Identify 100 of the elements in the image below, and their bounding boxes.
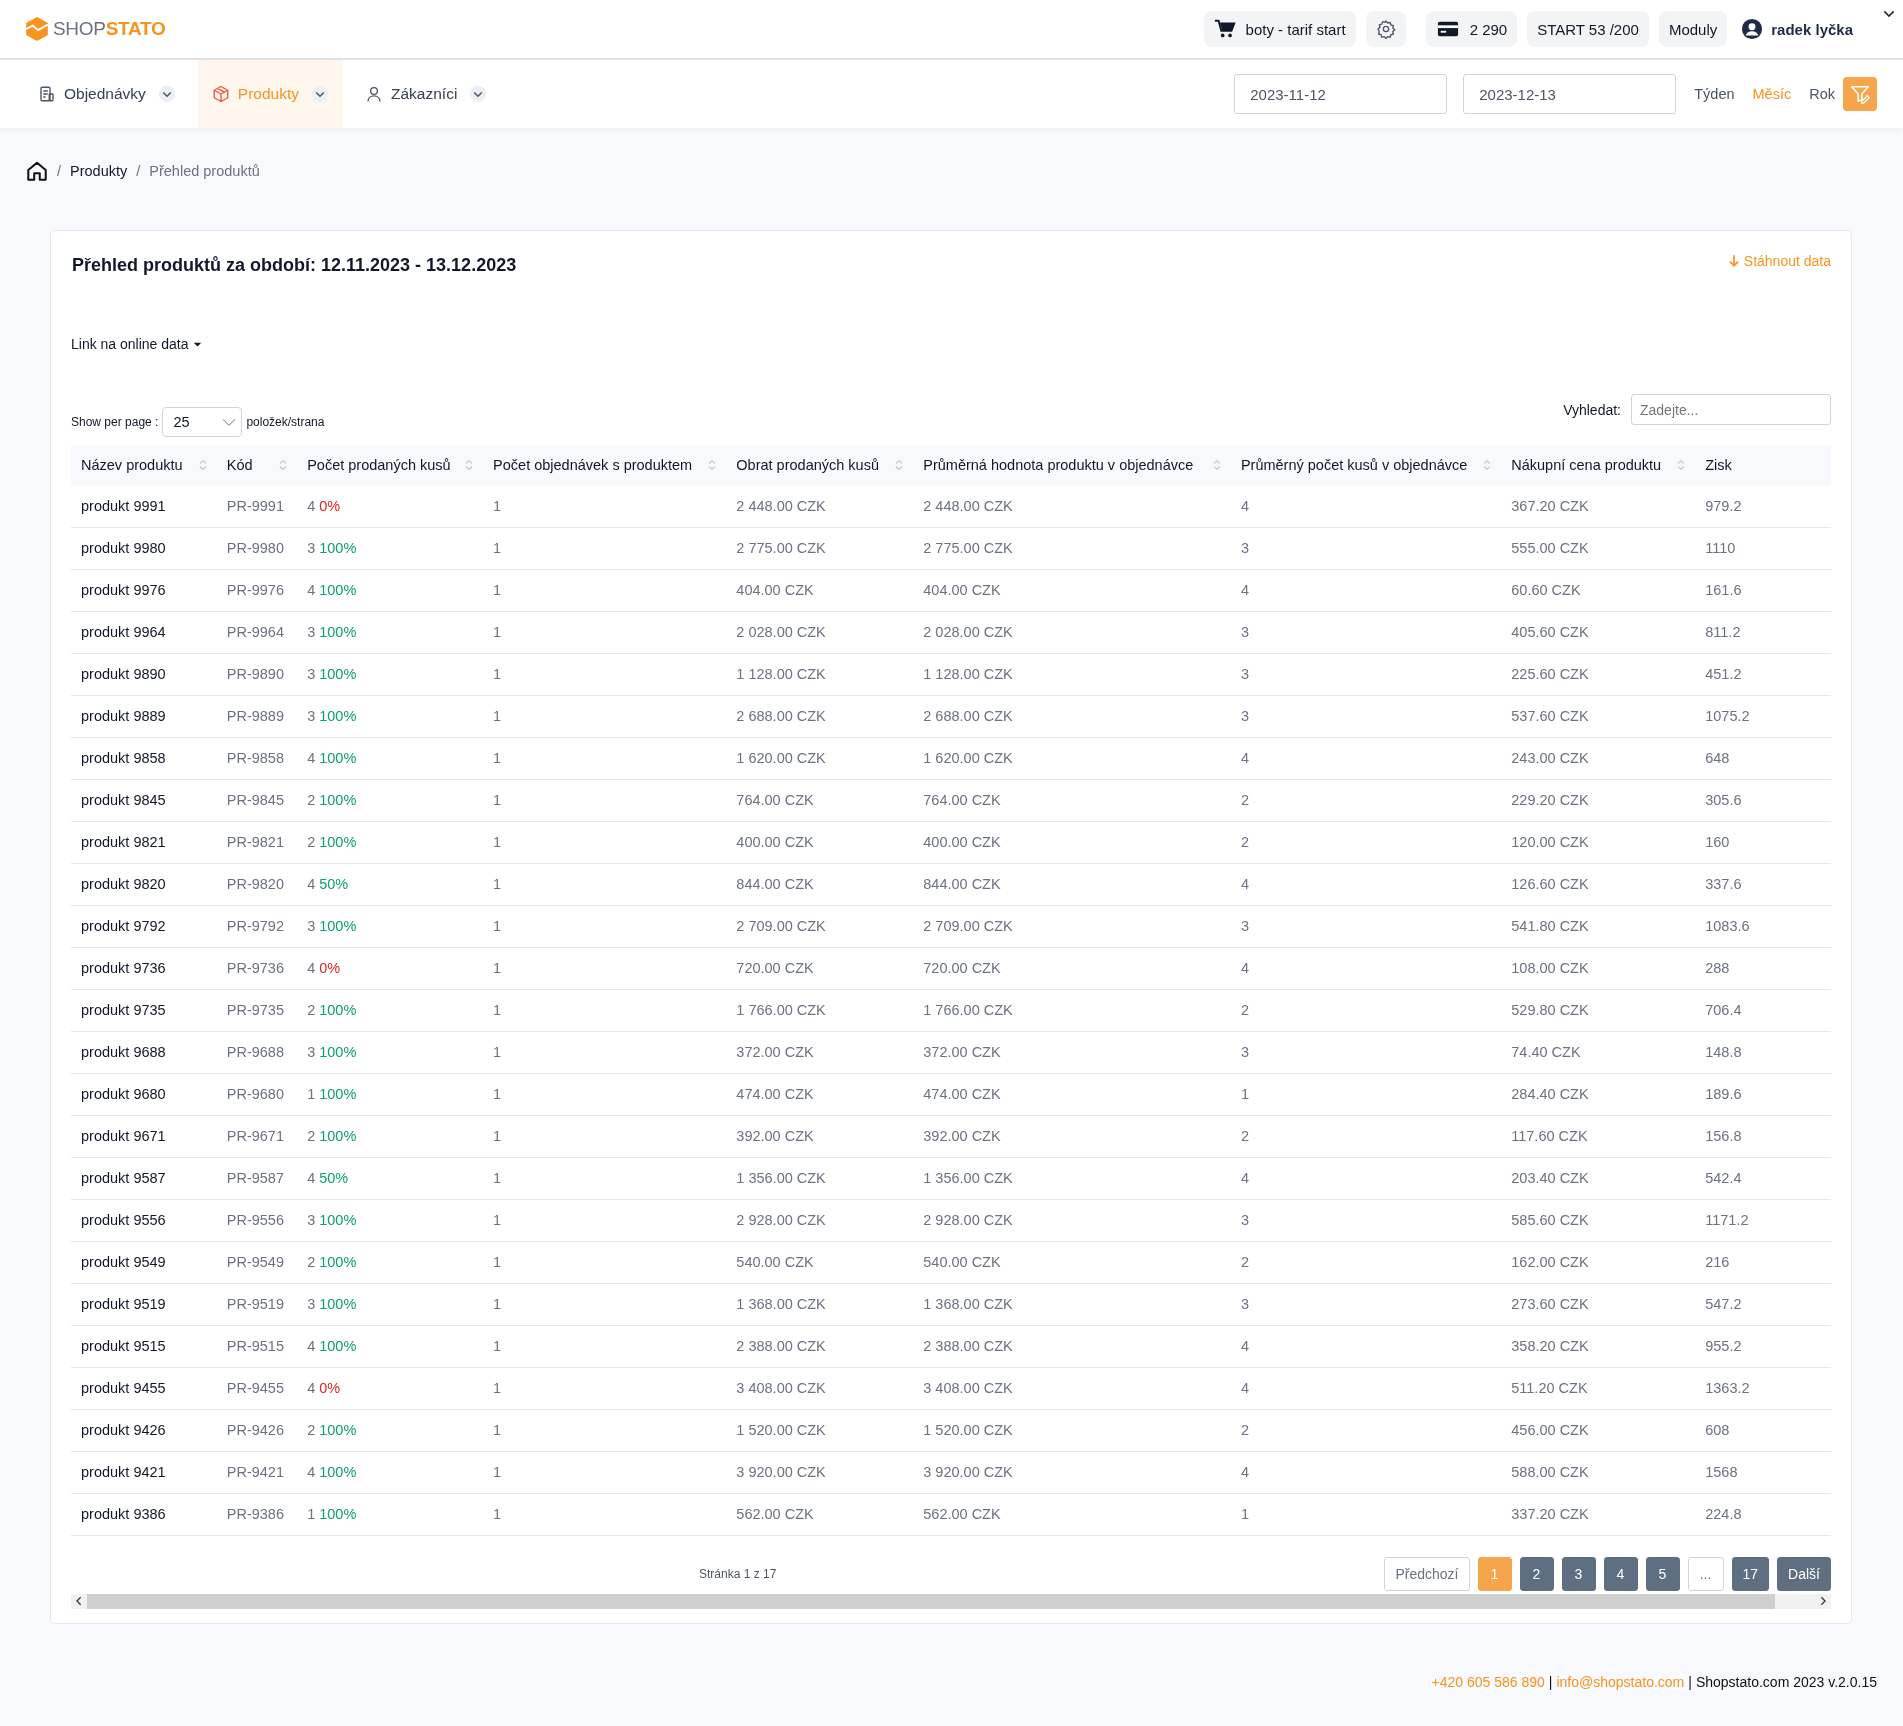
table-cell: 720.00 CZK	[913, 947, 1231, 989]
table-cell: PR-9964	[216, 611, 298, 653]
table-cell: 4	[1230, 1157, 1502, 1199]
page-button[interactable]: 3	[1561, 1556, 1596, 1591]
table-cell: 1	[483, 653, 727, 695]
table-cell: 1 100%	[297, 1493, 484, 1535]
period-link[interactable]: Rok	[1809, 86, 1835, 102]
search-field[interactable]: Zadejte...	[1631, 394, 1831, 425]
table-cell: 1	[483, 1493, 727, 1535]
nav-tab[interactable]: Objednávky	[24, 60, 190, 128]
table-cell: 3	[1230, 611, 1502, 653]
table-cell: 392.00 CZK	[913, 1115, 1231, 1157]
column-header[interactable]: Počet prodaných kusů	[297, 445, 484, 485]
table-cell: 1 620.00 CZK	[726, 737, 914, 779]
table-cell: 4 100%	[297, 1325, 484, 1367]
table-cell: 4	[1230, 863, 1502, 905]
table-cell: 3 100%	[297, 695, 484, 737]
column-header[interactable]: Obrat prodaných kusů	[726, 445, 914, 485]
column-header[interactable]: Průměrný počet kusů v objednávce	[1230, 445, 1502, 485]
nav-tab[interactable]: Zákazníci	[351, 60, 502, 128]
table-cell: 4	[1230, 947, 1502, 989]
page-button[interactable]: ...	[1687, 1556, 1724, 1591]
copyright-text: Shopstato.com 2023 v.2.0.15	[1695, 1673, 1877, 1690]
table-cell: 4 50%	[297, 863, 484, 905]
table-cell: PR-9991	[216, 485, 298, 527]
page-button[interactable]: 2	[1519, 1556, 1554, 1591]
table-cell: 2 388.00 CZK	[913, 1325, 1231, 1367]
table-cell: produkt 9421	[71, 1451, 217, 1493]
column-header[interactable]: Název produktu	[71, 445, 217, 485]
table-cell: 4	[1230, 1325, 1502, 1367]
table-cell: 1	[483, 1157, 727, 1199]
table-cell: 562.00 CZK	[726, 1493, 914, 1535]
page-button[interactable]: Další	[1777, 1556, 1831, 1591]
per-page-label: Show per page :	[71, 415, 159, 429]
table-cell: 224.8	[1695, 1493, 1831, 1535]
breadcrumb-item: Přehled produktů	[149, 163, 260, 179]
table-cell: 400.00 CZK	[726, 821, 914, 863]
user-icon	[1741, 18, 1764, 40]
table-cell: produkt 9976	[71, 569, 217, 611]
table-cell: produkt 9845	[71, 779, 217, 821]
table-cell: 1110	[1695, 527, 1831, 569]
table-cell: 189.6	[1695, 1073, 1831, 1115]
page-button[interactable]: 4	[1603, 1556, 1638, 1591]
table-cell: 529.80 CZK	[1501, 989, 1696, 1031]
footer-separator: |	[1688, 1673, 1692, 1690]
table-cell: 511.20 CZK	[1501, 1367, 1696, 1409]
table-cell: 955.2	[1695, 1325, 1831, 1367]
date-field[interactable]: 2023-12-13	[1463, 74, 1677, 114]
plan-button[interactable]: START 53 /200	[1527, 11, 1649, 47]
table-cell: produkt 9735	[71, 989, 217, 1031]
table-cell: 764.00 CZK	[726, 779, 914, 821]
breadcrumb-item[interactable]: Produkty	[70, 163, 128, 179]
table-cell: 1	[483, 737, 727, 779]
date-field[interactable]: 2023-11-12	[1234, 74, 1448, 114]
column-header[interactable]: Počet objednávek s produktem	[483, 445, 727, 485]
table-cell: 2 448.00 CZK	[726, 485, 914, 527]
shop-button[interactable]: boty - tarif start	[1203, 11, 1356, 47]
table-cell: 2 100%	[297, 821, 484, 863]
per-page-select[interactable]: 25	[162, 407, 243, 437]
table-cell: PR-9426	[216, 1409, 298, 1451]
home-link[interactable]	[26, 160, 48, 182]
table-cell: 337.6	[1695, 863, 1831, 905]
table-cell: 1	[1230, 1073, 1502, 1115]
table-cell: 108.00 CZK	[1501, 947, 1696, 989]
credit-button[interactable]: 2 290	[1425, 11, 1518, 47]
column-header[interactable]: Průměrná hodnota produktu v objednávce	[913, 445, 1231, 485]
column-header[interactable]: Zisk	[1695, 445, 1831, 485]
table-cell: 1171.2	[1695, 1199, 1831, 1241]
page-button[interactable]: 17	[1731, 1556, 1770, 1591]
table-cell: 1	[483, 1451, 727, 1493]
box-icon	[211, 85, 230, 103]
page-button[interactable]: 5	[1645, 1556, 1680, 1591]
column-header[interactable]: Kód	[216, 445, 298, 485]
table-cell: 2 100%	[297, 1241, 484, 1283]
chevron-icon	[469, 85, 488, 103]
table-cell: 3 100%	[297, 1199, 484, 1241]
settings-button[interactable]	[1365, 11, 1406, 47]
dropdown-button[interactable]: Link na online data	[71, 336, 202, 352]
breadcrumb-separator: /	[136, 163, 141, 179]
table-cell: 1	[483, 695, 727, 737]
table-cell: PR-9587	[216, 1157, 298, 1199]
modules-button[interactable]: Moduly	[1658, 11, 1728, 47]
table-cell: 367.20 CZK	[1501, 485, 1696, 527]
period-link[interactable]: Týden	[1694, 86, 1735, 102]
table-cell: 540.00 CZK	[913, 1241, 1231, 1283]
table-cell: 1	[483, 1115, 727, 1157]
column-header[interactable]: Nákupní cena produktu	[1501, 445, 1696, 485]
funnel-pencil-icon	[1849, 83, 1871, 105]
table-cell: PR-9519	[216, 1283, 298, 1325]
user-menu[interactable]: radek lyčka	[1737, 18, 1853, 40]
table-cell: 451.2	[1695, 653, 1831, 695]
filter-button[interactable]	[1843, 77, 1877, 111]
table-cell: PR-9735	[216, 989, 298, 1031]
page-button[interactable]: Předchozí	[1384, 1556, 1470, 1591]
table-cell: 542.4	[1695, 1157, 1831, 1199]
table-cell: 2 928.00 CZK	[913, 1199, 1231, 1241]
table-cell: 562.00 CZK	[913, 1493, 1231, 1535]
table-cell: PR-9386	[216, 1493, 298, 1535]
cart-icon	[1213, 18, 1236, 40]
table-cell: 1 368.00 CZK	[726, 1283, 914, 1325]
